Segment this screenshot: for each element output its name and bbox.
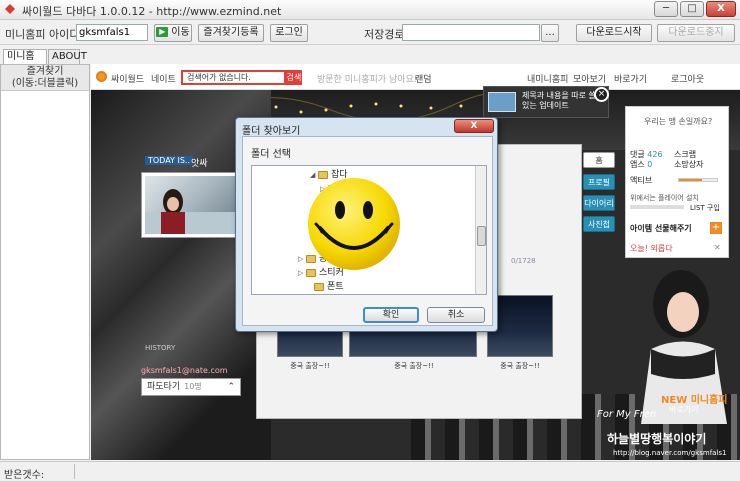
nav-cyworld[interactable]: 싸이월드: [111, 72, 144, 85]
my-minihome-link[interactable]: 내미니홈피: [527, 72, 568, 85]
download-start-button[interactable]: 다운로드시작: [576, 24, 652, 42]
arrow-right-icon: ▶: [156, 27, 169, 37]
applause-label: 앱스: [630, 160, 645, 169]
menu-tab-profile[interactable]: 프로필: [583, 174, 615, 190]
app-icon: [5, 4, 15, 14]
blog-url[interactable]: http://blog.naver.com/gksmfals1: [613, 449, 727, 457]
today-is-badge: TODAY IS..: [145, 156, 194, 165]
for-my-fren-text: For My Fren: [597, 409, 657, 420]
music-links: LIST 구입: [690, 203, 720, 213]
tab-minihome[interactable]: 미니홈피: [3, 49, 47, 76]
tree-item-label: 폰트: [327, 282, 344, 292]
cyworld-logo-icon: [96, 71, 107, 82]
login-button[interactable]: 로그인: [270, 24, 308, 42]
activity-bar: [678, 178, 718, 182]
activity-bar-fill: [679, 179, 702, 181]
dialog-subtitle: 폴더 선택: [251, 149, 291, 160]
favorites-panel[interactable]: 즐겨찾기 (이동:더블클릭): [0, 64, 90, 460]
visited-hint: 방문한 미니홈피가 남아요!: [317, 75, 418, 85]
logout-link[interactable]: 로그아웃: [671, 72, 704, 85]
profile-email[interactable]: gksmfals1@nate.com: [141, 366, 228, 375]
collection-link[interactable]: 모아보기: [573, 72, 606, 85]
mood-text: 앗싸: [191, 159, 208, 169]
close-small-icon[interactable]: ✕: [714, 243, 721, 252]
menu-tab-photo[interactable]: 사진첩: [583, 216, 615, 232]
save-path-input[interactable]: [402, 24, 540, 41]
minihome-id-input[interactable]: [76, 24, 148, 41]
sidebar-tagline: 우리는 맹 손일까요?: [644, 117, 713, 126]
music-volume-bar[interactable]: [630, 205, 684, 209]
signature-text: 하늘별땅행복이야기: [607, 432, 707, 446]
profile-photo[interactable]: [145, 176, 235, 234]
popup-close-icon[interactable]: ×: [594, 87, 609, 102]
site-navbar: 싸이월드 네이트 검색어가 없습니다. 검색 방문한 미니홈피가 남아요! 랜덤…: [91, 64, 740, 90]
comment-label: 댓글: [630, 150, 645, 159]
move-button[interactable]: ▶ 이동: [154, 24, 192, 42]
add-icon[interactable]: +: [710, 222, 722, 234]
main-toolbar: 미니홈피 아이디 ▶이동 즐겨찾기등록 로그인 저장경로 ... 다운로드시작 …: [0, 21, 740, 45]
random-link[interactable]: 랜덤: [415, 72, 432, 85]
shortcut-link[interactable]: 바로가기: [614, 72, 647, 85]
received-count-label: 받은갯수:: [4, 470, 45, 481]
todays-words: 오늘! 외롭다: [630, 244, 673, 253]
music-buy-link[interactable]: 구입: [707, 204, 720, 212]
chevron-up-icon: ⌃: [227, 382, 235, 392]
ok-button[interactable]: 확인: [363, 307, 419, 323]
photo-caption-2: 중국 출장~!!: [394, 362, 434, 370]
tree-item[interactable]: 폰트: [306, 280, 344, 294]
activity-label: 액티브: [630, 176, 653, 185]
music-player-hint[interactable]: 위에서는 플레이어 설치: [630, 193, 699, 203]
applause-stat: 앱스 0: [630, 159, 652, 170]
tab-strip: 미니홈피 ABOUT: [0, 46, 92, 76]
favorites-header: 즐겨찾기 (이동:더블클릭): [1, 65, 89, 91]
dialog-close-button[interactable]: X: [454, 119, 494, 133]
item-gift-link[interactable]: 아이템 선물해주기: [630, 223, 692, 234]
applause-count: 0: [647, 160, 653, 169]
cancel-button[interactable]: 취소: [427, 307, 485, 323]
move-button-label: 이동: [171, 27, 190, 38]
music-list-link[interactable]: LIST: [690, 204, 705, 212]
favorites-title: 즐겨찾기: [26, 66, 64, 77]
photo-caption-3: 중국 출장~!!: [500, 362, 540, 370]
photo-caption-1: 중국 출장~!!: [290, 362, 330, 370]
update-popup: 제목과 내용을 따로 쓸 수 있는 업데이트 ×: [483, 86, 609, 118]
save-path-label: 저장경로: [364, 28, 405, 41]
site-search-input[interactable]: 검색어가 없습니다.: [181, 70, 286, 85]
site-search-button[interactable]: 검색: [286, 70, 302, 85]
minimize-button[interactable]: ─: [654, 1, 678, 17]
shortcut2-link[interactable]: 바로가기: [669, 404, 698, 415]
close-button[interactable]: X: [706, 1, 736, 17]
profile-photo-image: [145, 189, 235, 234]
history-label: HISTORY: [145, 344, 176, 352]
info-sidebar: 우리는 맹 손일까요? 댓글 426 스크랩 앱스 0 소망상자 액티브 위에서…: [625, 106, 729, 258]
minihome-id-label: 미니홈피 아이디: [5, 28, 80, 41]
status-bar: 받은갯수:: [0, 461, 740, 481]
maximize-button[interactable]: □: [680, 1, 704, 17]
menu-tab-home[interactable]: 홈: [583, 152, 615, 168]
comment-count: 426: [647, 150, 663, 159]
dialog-title: 폴더 찾아보기: [242, 126, 301, 137]
status-separator: [74, 464, 75, 479]
wish-box: 소망상자: [674, 160, 704, 169]
add-favorite-button[interactable]: 즐겨찾기등록: [198, 24, 264, 42]
padotagi-label: 파도타기: [147, 382, 181, 392]
smiley-face-icon: [308, 178, 400, 270]
popup-image: [488, 92, 516, 112]
window-title: 싸이월드 다바다 1.0.0.12 - http://www.ezmind.ne…: [22, 5, 282, 18]
favorites-hint: (이동:더블클릭): [11, 78, 79, 89]
title-bar: 싸이월드 다바다 1.0.0.12 - http://www.ezmind.ne…: [0, 0, 740, 20]
nav-nate[interactable]: 네이트: [151, 72, 176, 85]
padotagi-count: 10명: [184, 382, 202, 391]
browse-button[interactable]: ...: [541, 24, 559, 42]
download-stop-button[interactable]: 다운로드중지: [657, 24, 735, 42]
menu-tab-diary[interactable]: 다이어리: [583, 195, 615, 211]
folder-icon: [314, 282, 324, 291]
page-indicator: 0/1728: [511, 257, 536, 265]
tab-about[interactable]: ABOUT: [48, 49, 87, 64]
padotagi-dropdown[interactable]: 파도타기 10명 ⌃: [141, 378, 241, 396]
scrollbar-thumb[interactable]: [477, 226, 486, 246]
tree-scrollbar[interactable]: [475, 166, 486, 294]
